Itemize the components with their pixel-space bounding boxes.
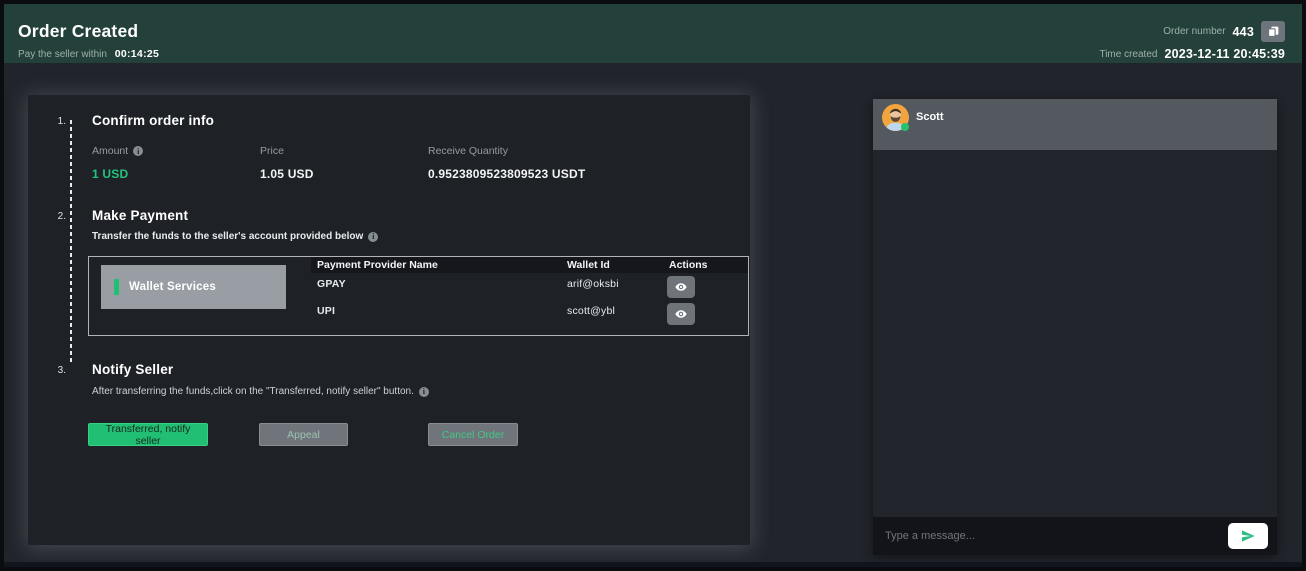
table-row-wallet-id: arif@oksbi: [567, 278, 619, 290]
step2-number: 2.: [50, 211, 66, 222]
amount-label-row: Amount i: [92, 145, 143, 157]
receive-quantity-value: 0.9523809523809523 USDT: [428, 167, 585, 181]
price-label: Price: [260, 145, 284, 157]
table-row-wallet-id: scott@ybl: [567, 305, 615, 317]
copy-icon: [1267, 25, 1280, 38]
order-meta: Order number 443 Time created 2023-12-11…: [1099, 21, 1285, 61]
price-value: 1.05 USD: [260, 167, 314, 181]
payment-details-table: Payment Provider Name Wallet Id Actions …: [311, 257, 748, 335]
amount-info-icon[interactable]: i: [133, 146, 143, 156]
page-bottom-edge: [4, 562, 1302, 567]
view-payment-details-button[interactable]: [667, 276, 695, 298]
step2-info-icon[interactable]: i: [368, 232, 378, 242]
view-payment-details-button[interactable]: [667, 303, 695, 325]
order-number-label: Order number: [1163, 26, 1225, 37]
step2-description: Transfer the funds to the seller's accou…: [92, 231, 363, 242]
step3-info-icon[interactable]: i: [419, 387, 429, 397]
eye-icon: [674, 280, 688, 294]
step3-description-row: After transferring the funds,click on th…: [92, 386, 429, 397]
order-number-value: 443: [1233, 25, 1254, 39]
cancel-order-button[interactable]: Cancel Order: [428, 423, 518, 446]
online-status-dot: [901, 123, 909, 131]
time-created-value: 2023-12-11 20:45:39: [1164, 47, 1285, 61]
order-number-row: Order number 443: [1163, 21, 1285, 42]
amount-value: 1 USD: [92, 167, 128, 181]
countdown-timer: 00:14:25: [115, 48, 159, 60]
column-header-actions: Actions: [669, 257, 708, 273]
copy-order-number-button[interactable]: [1261, 21, 1285, 42]
chat-message-area: [873, 150, 1277, 517]
appeal-button[interactable]: Appeal: [259, 423, 348, 446]
time-created-row: Time created 2023-12-11 20:45:39: [1099, 47, 1285, 61]
send-message-button[interactable]: [1228, 523, 1268, 549]
pay-within-label: Pay the seller within: [18, 49, 107, 60]
chat-message-input[interactable]: [875, 519, 1215, 553]
column-header-provider: Payment Provider Name: [317, 257, 438, 273]
time-created-label: Time created: [1099, 49, 1157, 60]
column-header-wallet-id: Wallet Id: [567, 257, 610, 273]
step2-title: Make Payment: [92, 208, 188, 223]
step1-title: Confirm order info: [92, 113, 214, 128]
chat-input-bar: [873, 517, 1277, 555]
order-page: Order Created Pay the seller within 00:1…: [0, 0, 1306, 571]
active-tab-indicator: [114, 279, 119, 295]
payment-table-header: Payment Provider Name Wallet Id Actions: [311, 257, 748, 273]
send-icon: [1240, 528, 1256, 544]
step2-description-row: Transfer the funds to the seller's accou…: [92, 231, 378, 242]
step1-number: 1.: [50, 116, 66, 127]
eye-icon: [674, 307, 688, 321]
page-title: Order Created: [18, 21, 138, 42]
chat-header: Scott: [873, 99, 1277, 150]
order-header: Order Created Pay the seller within 00:1…: [4, 4, 1302, 63]
payment-method-tab-wallet-services[interactable]: Wallet Services: [101, 265, 286, 309]
payment-methods-box: Wallet Services Payment Provider Name Wa…: [88, 256, 749, 336]
chat-user-name: Scott: [916, 111, 944, 123]
payment-method-tab-label: Wallet Services: [129, 281, 216, 293]
amount-label: Amount: [92, 145, 128, 157]
chat-panel: Scott: [873, 99, 1277, 555]
steps-connector-line: [70, 120, 72, 362]
pay-within-row: Pay the seller within 00:14:25: [18, 48, 159, 60]
receive-quantity-label: Receive Quantity: [428, 145, 508, 157]
step3-description: After transferring the funds,click on th…: [92, 386, 414, 397]
step3-title: Notify Seller: [92, 362, 173, 377]
step3-number: 3.: [50, 365, 66, 376]
order-steps-card: 1. Confirm order info Amount i Price Rec…: [28, 95, 750, 545]
transferred-notify-seller-button[interactable]: Transferred, notify seller: [88, 423, 208, 446]
table-row-provider: UPI: [317, 305, 335, 317]
table-row-provider: GPAY: [317, 278, 346, 290]
